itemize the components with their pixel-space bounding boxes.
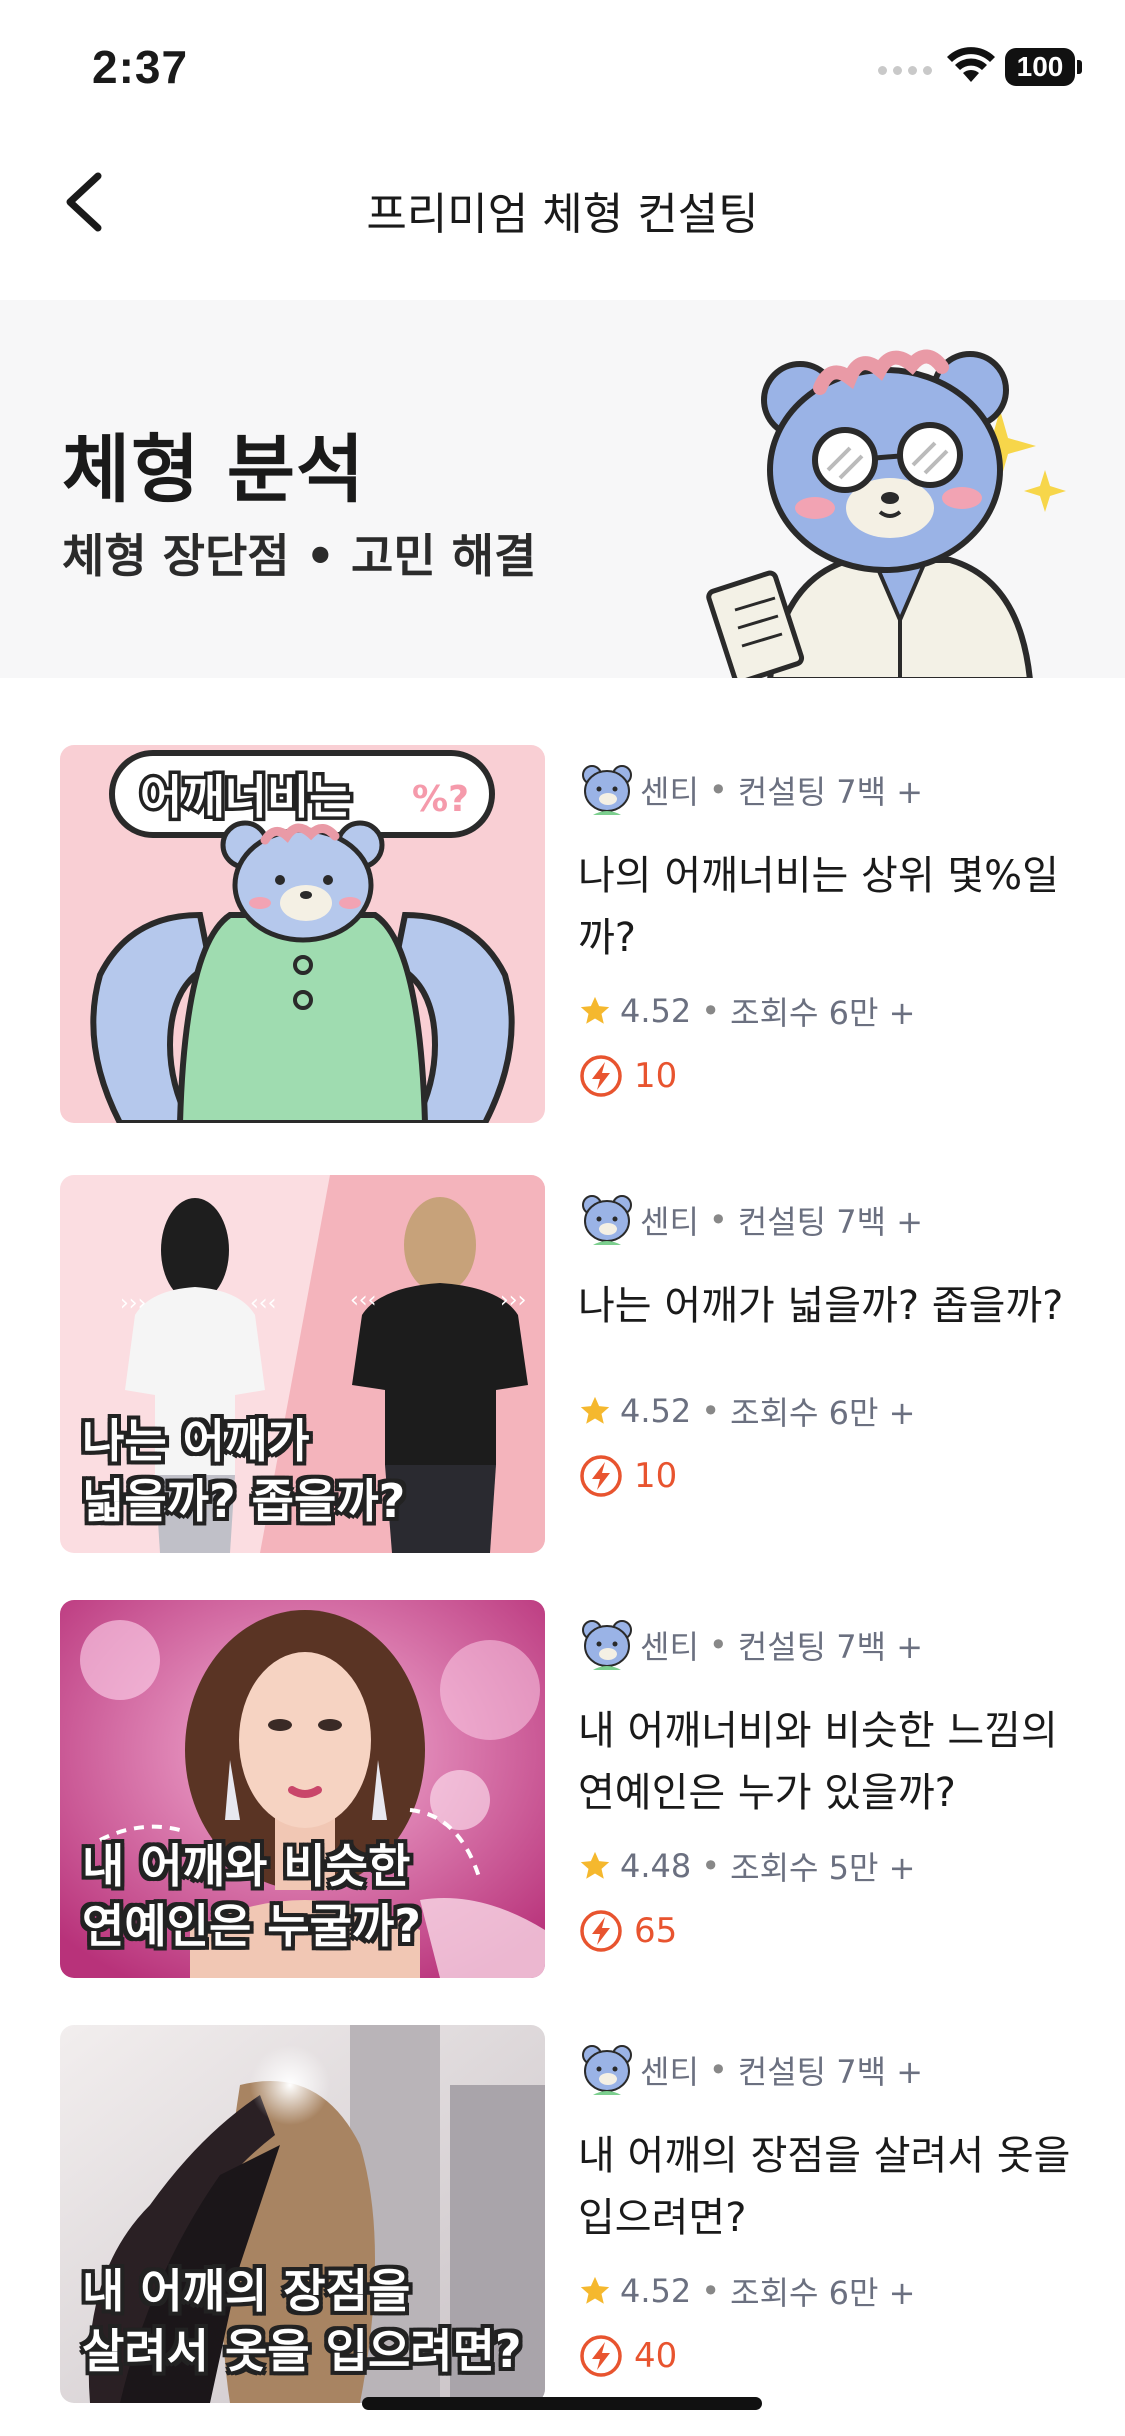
card-thumbnail: 어깨너비는 %? — [60, 745, 545, 1123]
banner-subtitle: 체형 장단점 • 고민 해결 — [62, 529, 537, 583]
battery-icon: 100 — [1005, 48, 1083, 86]
doctor-bear-mascot-icon — [706, 349, 1066, 678]
page-title: 프리미엄 체형 컨설팅 — [366, 189, 759, 240]
svg-text:›››: ››› — [120, 1291, 146, 1316]
status-bar: 2:37 100 — [0, 0, 1125, 130]
star-icon — [580, 2276, 610, 2304]
rating-value: 4.52 — [620, 992, 692, 1030]
consulting-card[interactable]: 내 어깨와 비슷한 연예인은 누굴까? 센티 • 컨설팅 7백 + 내 어깨너비… — [0, 1600, 1125, 1978]
view-count: 조회수 6만 + — [730, 2274, 916, 2312]
author-avatar-icon — [582, 765, 632, 815]
points-value: 10 — [634, 1456, 678, 1496]
separator-dot: • — [701, 992, 721, 1030]
nav-bar: 프리미엄 체형 컨설팅 — [0, 150, 1125, 260]
rating-row: 4.52 • 조회수 6만 + — [578, 988, 915, 1034]
rating-row: 4.48 • 조회수 5만 + — [578, 1843, 915, 1889]
points-value: 10 — [634, 1056, 678, 1096]
card-title: 내 어깨의 장점을 살려서 옷을 입으려면? — [578, 2133, 1071, 2241]
thumbnail-caption: 내 어깨와 비슷한 연예인은 누굴까? — [82, 1839, 421, 1953]
consult-count: 컨설팅 7백 + — [737, 1203, 924, 1241]
card-thumbnail: ››› ‹‹‹ ‹‹‹ ››› 나는 어깨가 넓을까? 좁을까? — [60, 1175, 545, 1553]
star-icon — [580, 1396, 610, 1424]
consult-count: 컨설팅 7백 + — [737, 773, 924, 811]
svg-text:‹‹‹: ‹‹‹ — [250, 1291, 276, 1316]
lightning-icon — [580, 2335, 622, 2377]
hero-banner: 체형 분석 체형 장단점 • 고민 해결 — [0, 300, 1125, 678]
separator-dot: • — [701, 2272, 721, 2310]
card-title: 나의 어깨너비는 상위 몇%일까? — [578, 853, 1059, 961]
points-value: 40 — [634, 2336, 678, 2376]
card-title: 내 어깨너비와 비슷한 느낌의 연예인은 누가 있을까? — [578, 1708, 1058, 1816]
banner-title: 체형 분석 — [62, 427, 366, 513]
muscular-bear-illustration: 어깨너비는 %? — [90, 750, 515, 1123]
thumbnail-caption: 내 어깨의 장점을 살려서 옷을 입으려면? — [82, 2264, 522, 2378]
separator-dot: • — [708, 1201, 728, 1239]
view-count: 조회수 6만 + — [730, 994, 916, 1032]
consulting-card[interactable]: 어깨너비는 %? 센티 • 컨설팅 7백 + 나의 어깨너비는 상위 몇%일까? — [0, 745, 1125, 1123]
rating-row: 4.52 • 조회수 6만 + — [578, 1388, 915, 1434]
author-name: 센티 — [640, 773, 699, 811]
thumbnail-caption: 나는 어깨가 넓을까? 좁을까? — [82, 1414, 406, 1528]
separator-dot: • — [708, 2051, 728, 2089]
svg-text:›››: ››› — [500, 1288, 526, 1313]
rating-value: 4.52 — [620, 1392, 692, 1430]
rating-row: 4.52 • 조회수 6만 + — [578, 2268, 915, 2314]
battery-level: 100 — [1005, 48, 1075, 86]
author-avatar-icon — [582, 1620, 632, 1670]
separator-dot: • — [701, 1392, 721, 1430]
author-name: 센티 — [640, 1203, 699, 1241]
thumbnail-badge-text: 어깨너비는 — [140, 770, 352, 824]
consulting-card[interactable]: 내 어깨의 장점을 살려서 옷을 입으려면? 센티 • 컨설팅 7백 + 내 어… — [0, 2025, 1125, 2403]
thumbnail-badge-suffix: %? — [412, 779, 469, 820]
points-row: 40 — [578, 2333, 677, 2379]
star-icon — [580, 996, 610, 1024]
lightning-icon — [580, 1910, 622, 1952]
wifi-icon — [947, 47, 995, 82]
rating-value: 4.48 — [620, 1847, 692, 1885]
home-indicator[interactable] — [362, 2397, 762, 2410]
lightning-icon — [580, 1055, 622, 1097]
svg-text:‹‹‹: ‹‹‹ — [350, 1288, 376, 1313]
points-row: 10 — [578, 1053, 677, 1099]
rating-value: 4.52 — [620, 2272, 692, 2310]
author-name: 센티 — [640, 2053, 699, 2091]
card-title: 나는 어깨가 넓을까? 좁을까? — [578, 1283, 1064, 1329]
separator-dot: • — [701, 1847, 721, 1885]
points-row: 65 — [578, 1908, 677, 1954]
points-value: 65 — [634, 1911, 678, 1951]
author-avatar-icon — [582, 1195, 632, 1245]
lightning-icon — [580, 1455, 622, 1497]
star-icon — [580, 1851, 610, 1879]
consult-count: 컨설팅 7백 + — [737, 1628, 924, 1666]
points-row: 10 — [578, 1453, 677, 1499]
card-thumbnail: 내 어깨와 비슷한 연예인은 누굴까? — [60, 1600, 545, 1978]
card-thumbnail: 내 어깨의 장점을 살려서 옷을 입으려면? — [60, 2025, 545, 2403]
view-count: 조회수 6만 + — [730, 1394, 916, 1432]
card-meta: 센티 • 컨설팅 7백 + — [578, 760, 923, 820]
card-meta: 센티 • 컨설팅 7백 + — [578, 1615, 923, 1675]
card-meta: 센티 • 컨설팅 7백 + — [578, 2040, 923, 2100]
status-time: 2:37 — [92, 41, 189, 93]
separator-dot: • — [708, 1626, 728, 1664]
cellular-signal-icon — [878, 66, 932, 75]
author-avatar-icon — [582, 2045, 632, 2095]
consulting-card[interactable]: ››› ‹‹‹ ‹‹‹ ››› 나는 어깨가 넓을까? 좁을까? 센티 • 컨설… — [0, 1175, 1125, 1553]
author-name: 센티 — [640, 1628, 699, 1666]
card-meta: 센티 • 컨설팅 7백 + — [578, 1190, 923, 1250]
separator-dot: • — [708, 771, 728, 809]
view-count: 조회수 5만 + — [730, 1849, 916, 1887]
consult-count: 컨설팅 7백 + — [737, 2053, 924, 2091]
